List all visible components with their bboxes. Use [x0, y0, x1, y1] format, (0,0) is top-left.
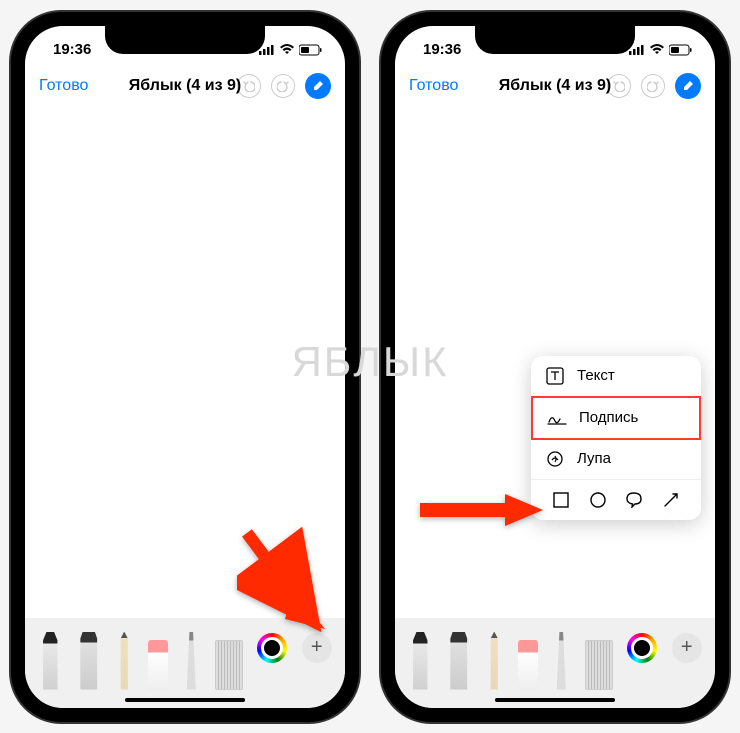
- markup-toggle-button[interactable]: [305, 73, 331, 99]
- color-picker[interactable]: [627, 633, 657, 663]
- status-right: [629, 44, 693, 56]
- annotation-arrow: [415, 492, 545, 533]
- redo-button[interactable]: [641, 74, 665, 98]
- status-time: 19:36: [53, 41, 91, 58]
- iphone-frame-left: 19:36 Готово Яблык (4 из 9): [11, 12, 359, 722]
- done-button[interactable]: Готово: [409, 77, 458, 95]
- status-right: [259, 44, 323, 56]
- ruler-tool[interactable]: [585, 640, 613, 690]
- redo-button[interactable]: [271, 74, 295, 98]
- wifi-icon: [279, 44, 295, 56]
- notch: [475, 26, 635, 54]
- lasso-tool[interactable]: [182, 632, 200, 690]
- annotation-arrow: [237, 523, 327, 638]
- pencil-tool[interactable]: [115, 632, 133, 690]
- magnifier-icon: [545, 449, 565, 469]
- status-time: 19:36: [423, 41, 461, 58]
- add-button[interactable]: +: [672, 633, 702, 663]
- marker-tool[interactable]: [447, 632, 471, 690]
- page-title: Яблык (4 из 9): [129, 77, 241, 95]
- shape-square-button[interactable]: [551, 490, 571, 510]
- add-menu-popup: Текст Подпись Лупа: [531, 356, 701, 520]
- canvas-area[interactable]: Текст Подпись Лупа: [395, 106, 715, 618]
- battery-icon: [299, 44, 323, 56]
- wifi-icon: [649, 44, 665, 56]
- text-icon: [545, 366, 565, 386]
- screen: 19:36 Готово Яблык (4 из 9): [25, 26, 345, 708]
- menu-item-magnifier[interactable]: Лупа: [531, 439, 701, 480]
- pen-tool[interactable]: [408, 632, 432, 690]
- shape-arrow-button[interactable]: [661, 490, 681, 510]
- shape-speech-button[interactable]: [624, 490, 644, 510]
- menu-label: Текст: [577, 367, 615, 384]
- menu-item-text[interactable]: Текст: [531, 356, 701, 397]
- ruler-tool[interactable]: [215, 640, 243, 690]
- notch: [105, 26, 265, 54]
- battery-icon: [669, 44, 693, 56]
- nav-bar: Готово Яблык (4 из 9): [395, 66, 715, 106]
- nav-bar: Готово Яблык (4 из 9): [25, 66, 345, 106]
- eraser-tool[interactable]: [148, 640, 168, 690]
- markup-toggle-button[interactable]: [675, 73, 701, 99]
- menu-label: Лупа: [577, 450, 611, 467]
- shapes-row: [531, 480, 701, 520]
- menu-label: Подпись: [579, 409, 638, 426]
- screen: 19:36 Готово Яблык (4 из 9): [395, 26, 715, 708]
- iphone-frame-right: 19:36 Готово Яблык (4 из 9): [381, 12, 729, 722]
- lasso-tool[interactable]: [552, 632, 570, 690]
- pen-tool[interactable]: [38, 632, 62, 690]
- markup-toolbar: +: [395, 618, 715, 708]
- home-indicator[interactable]: [125, 698, 245, 702]
- pencil-tool[interactable]: [485, 632, 503, 690]
- signature-icon: [547, 408, 567, 428]
- eraser-tool[interactable]: [518, 640, 538, 690]
- page-title: Яблык (4 из 9): [499, 77, 611, 95]
- marker-tool[interactable]: [77, 632, 101, 690]
- menu-item-signature[interactable]: Подпись: [531, 396, 701, 440]
- done-button[interactable]: Готово: [39, 77, 88, 95]
- shape-circle-button[interactable]: [588, 490, 608, 510]
- home-indicator[interactable]: [495, 698, 615, 702]
